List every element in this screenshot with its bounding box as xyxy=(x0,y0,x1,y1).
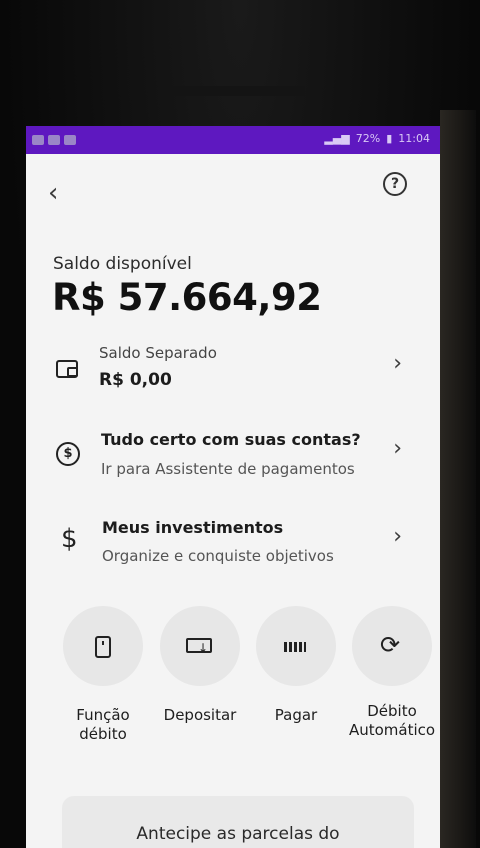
chevron-right-icon: › xyxy=(393,436,402,461)
chevron-right-icon: › xyxy=(393,524,402,549)
promo-text: Antecipe as parcelas do xyxy=(136,824,340,844)
help-circle-icon: ? xyxy=(390,176,400,192)
barcode-icon xyxy=(284,642,306,652)
deposit-button[interactable]: Depositar xyxy=(155,606,245,725)
action-label-line: débito xyxy=(79,725,127,743)
pay-button[interactable]: Pagar xyxy=(251,606,341,725)
notification-icon xyxy=(32,135,44,145)
help-button[interactable]: ? xyxy=(383,172,407,196)
sync-icon: ⟳ xyxy=(380,631,401,659)
deposit-icon xyxy=(186,638,212,654)
action-circle xyxy=(63,606,143,686)
payments-assistant-subtitle: Ir para Assistente de pagamentos xyxy=(101,460,355,478)
auto-debit-button[interactable]: ⟳ Débito Automático xyxy=(347,606,437,740)
saved-balance-value: R$ 0,00 xyxy=(99,370,172,390)
action-label-line: Débito xyxy=(367,702,417,720)
promo-card[interactable]: Antecipe as parcelas do xyxy=(62,796,414,848)
balance-value: R$ 57.664,92 xyxy=(52,276,322,319)
investments-row[interactable]: $ Meus investimentos Organize e conquist… xyxy=(26,508,440,578)
saved-balance-title: Saldo Separado xyxy=(99,344,217,362)
action-label: Débito Automático xyxy=(347,702,437,740)
quick-actions: Função débito Depositar Pagar ⟳ Débito A… xyxy=(26,606,440,756)
wallet-icon xyxy=(56,360,78,378)
phone-screen: ▂▄▆ 72% ▮ 11:04 ‹ ? Saldo disponível R$ … xyxy=(26,126,440,848)
action-circle xyxy=(160,606,240,686)
investments-title: Meus investimentos xyxy=(102,518,284,537)
action-circle xyxy=(256,606,336,686)
action-label: Depositar xyxy=(163,706,237,724)
action-label-line: Automático xyxy=(348,721,436,739)
battery-level: 72% xyxy=(355,132,381,145)
chevron-right-icon: › xyxy=(393,351,402,376)
phone-bezel-edge xyxy=(440,110,476,848)
action-label: Função débito xyxy=(58,706,148,744)
signal-icon: ▂▄▆ xyxy=(324,132,350,145)
card-icon xyxy=(95,636,111,658)
notification-icons xyxy=(32,135,76,145)
payment-cycle-icon: $ xyxy=(56,442,80,466)
investments-subtitle: Organize e conquiste objetivos xyxy=(102,547,334,565)
dollar-icon: $ xyxy=(61,524,78,554)
action-circle: ⟳ xyxy=(352,606,432,686)
chevron-left-icon: ‹ xyxy=(48,178,59,208)
notification-icon xyxy=(64,135,76,145)
status-bar: ▂▄▆ 72% ▮ 11:04 xyxy=(26,126,440,154)
payments-assistant-title: Tudo certo com suas contas? xyxy=(101,430,361,449)
status-indicators: ▂▄▆ 72% ▮ 11:04 xyxy=(324,132,430,145)
balance-label: Saldo disponível xyxy=(53,254,192,274)
action-label-line: Função xyxy=(76,706,130,724)
phone-bezel-label xyxy=(165,86,305,96)
saved-balance-row[interactable]: Saldo Separado R$ 0,00 › xyxy=(26,336,440,406)
payments-assistant-row[interactable]: $ Tudo certo com suas contas? Ir para As… xyxy=(26,420,440,490)
action-label: Pagar xyxy=(274,706,318,724)
back-button[interactable]: ‹ xyxy=(48,180,76,208)
battery-icon: ▮ xyxy=(386,132,393,145)
clock: 11:04 xyxy=(398,132,430,145)
debit-function-button[interactable]: Função débito xyxy=(58,606,148,744)
notification-icon xyxy=(48,135,60,145)
